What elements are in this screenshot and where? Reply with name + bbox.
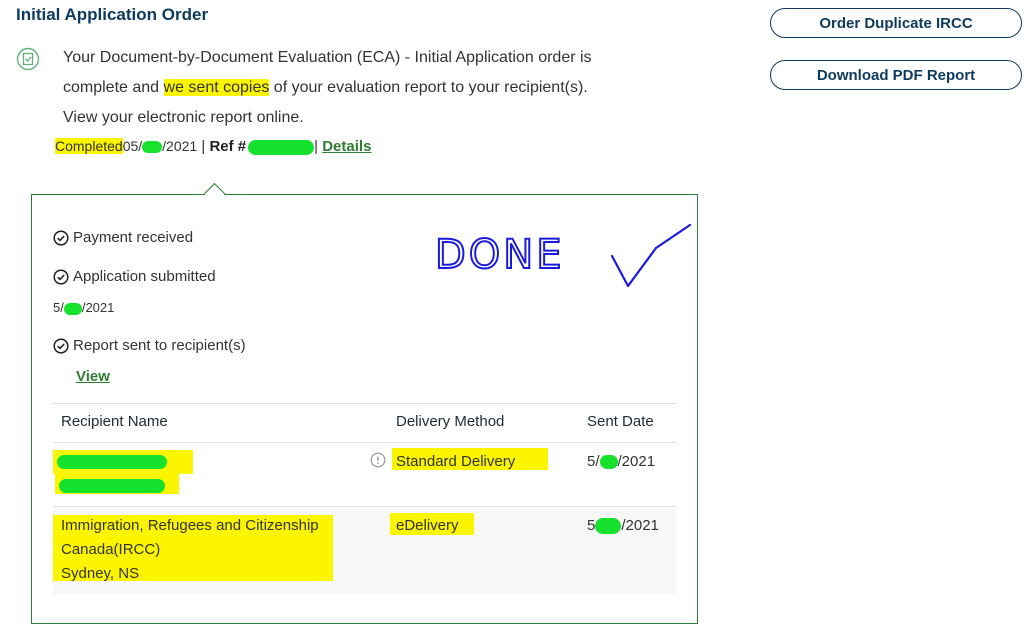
recipient-name-line: Canada(IRCC) — [61, 541, 161, 558]
redaction-mark — [595, 518, 622, 535]
date-text: 5/ — [587, 453, 600, 470]
highlighted-text: we sent copies — [163, 79, 270, 96]
completed-date: /2021 — [162, 138, 198, 154]
date-text: 5/ — [53, 300, 64, 315]
handwritten-done-check-annotation: DONE — [434, 223, 692, 288]
handwritten-checkmark — [610, 223, 692, 288]
delivery-method-cell: eDelivery — [396, 517, 459, 534]
sent-date-cell: 5/ /2021 — [587, 453, 655, 470]
document-complete-icon — [16, 47, 40, 71]
page-title: Initial Application Order — [16, 5, 209, 24]
submitted-date: 5/ /2021 — [53, 300, 114, 315]
delivery-method-cell: Standard Delivery — [396, 453, 516, 470]
date-text: /2021 — [81, 300, 115, 315]
column-header-recipient-name: Recipient Name — [61, 413, 168, 430]
status-message-line-1: Your Document-by-Document Evaluation (EC… — [63, 49, 592, 66]
ref-label: Ref # — [209, 138, 247, 155]
order-duplicate-ircc-button[interactable]: Order Duplicate IRCC — [770, 8, 1022, 38]
recipient-address-line: Sydney, NS — [61, 565, 140, 582]
completed-label: Completed — [55, 138, 123, 154]
recipient-name-line: Immigration, Refugees and Citizenship — [61, 517, 319, 534]
check-circle-icon — [53, 268, 69, 285]
sent-date-cell: 5/2021 — [587, 517, 659, 535]
redaction-mark — [248, 139, 315, 155]
step-label: Payment received — [73, 229, 194, 246]
completed-date: 05/ — [122, 138, 143, 154]
column-header-delivery-method: Delivery Method — [396, 413, 505, 430]
step-payment-received: Payment received — [53, 229, 193, 246]
message-text: of your evaluation report to your recipi… — [269, 79, 588, 96]
step-application-submitted: Application submitted — [53, 268, 216, 285]
check-circle-icon — [53, 229, 69, 246]
check-circle-icon — [53, 337, 69, 354]
status-message-line-3: View your electronic report online. — [63, 109, 304, 126]
message-text: complete and — [63, 79, 164, 96]
redaction-mark — [57, 455, 167, 469]
details-link[interactable]: Details — [322, 138, 371, 155]
date-text: /2021 — [617, 453, 656, 470]
column-header-sent-date: Sent Date — [587, 413, 654, 430]
redaction-mark — [59, 479, 165, 493]
redaction-mark — [142, 141, 163, 154]
redaction-mark — [599, 455, 618, 470]
step-label: Application submitted — [73, 268, 216, 285]
redaction-mark — [63, 302, 82, 315]
view-recipients-link[interactable]: View — [76, 368, 110, 385]
step-report-sent: Report sent to recipient(s) — [53, 337, 246, 354]
download-pdf-report-button[interactable]: Download PDF Report — [770, 60, 1022, 90]
step-label: Report sent to recipient(s) — [73, 337, 246, 354]
date-text: /2021 — [621, 517, 659, 534]
date-text: 5 — [587, 517, 596, 534]
info-icon[interactable] — [370, 452, 386, 468]
order-meta: Completed05//2021 | Ref # | Details — [55, 138, 372, 155]
status-message-line-2: complete and we sent copies of your eval… — [63, 79, 588, 97]
handwritten-done-text: DONE — [435, 232, 564, 278]
